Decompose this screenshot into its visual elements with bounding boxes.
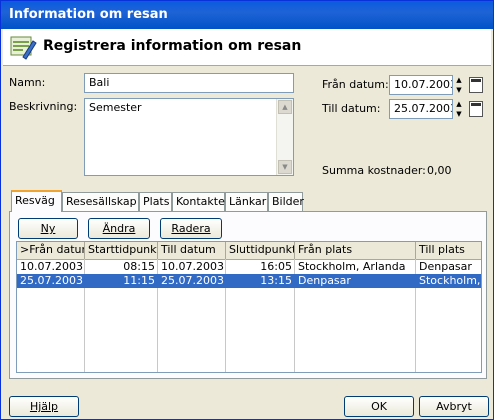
- cell-start-time: 11:15: [123, 274, 155, 287]
- cell-from-place: Denpasar: [298, 274, 351, 287]
- description-field[interactable]: Semester ▲ ▼: [84, 98, 294, 176]
- cell-to-place: Denpasar: [419, 260, 472, 273]
- spin-down-icon[interactable]: ▼: [453, 109, 465, 119]
- tab-place[interactable]: Plats: [139, 192, 172, 211]
- cell-to-date: 10.07.2003: [161, 260, 224, 273]
- cancel-button[interactable]: Avbryt: [419, 396, 489, 417]
- delete-button[interactable]: Radera: [160, 218, 222, 239]
- route-grid[interactable]: >Från datum Starttidpunkt Till datum Slu…: [16, 241, 482, 373]
- title-bar[interactable]: Information om resan: [1, 1, 493, 29]
- column-header[interactable]: Starttidpunkt: [85, 242, 158, 259]
- edit-button[interactable]: Ändra: [88, 218, 150, 239]
- description-label: Beskrivning:: [9, 100, 78, 113]
- new-button[interactable]: Ny: [18, 218, 78, 239]
- cell-from-date: 10.07.2003: [20, 260, 83, 273]
- column-header[interactable]: Från plats: [295, 242, 416, 259]
- cell-start-time: 08:15: [123, 260, 155, 273]
- help-button-label: Hjälp: [29, 400, 59, 413]
- dialog-header: Registrera information om resan: [3, 29, 491, 66]
- cell-from-place: Stockholm, Arlanda: [298, 260, 406, 273]
- tab-links[interactable]: Länkar: [225, 192, 268, 211]
- column-header[interactable]: Sluttidpunkt: [226, 242, 295, 259]
- header-title: Registrera information om resan: [43, 38, 302, 54]
- travel-edit-icon: [10, 36, 37, 60]
- column-header[interactable]: Till plats: [416, 242, 481, 259]
- delete-button-label: Radera: [171, 222, 211, 235]
- total-costs-value: 0,00: [427, 164, 452, 177]
- name-label: Namn:: [9, 76, 46, 89]
- from-date-spinner[interactable]: ▲ ▼: [453, 75, 465, 95]
- scroll-down-icon[interactable]: ▼: [278, 160, 292, 174]
- description-text: Semester: [89, 101, 142, 114]
- cell-end-time: 16:05: [260, 260, 292, 273]
- cell-from-date: 25.07.2003: [20, 274, 83, 287]
- from-date-calendar-icon[interactable]: [469, 77, 483, 93]
- window-title: Information om resan: [9, 7, 168, 22]
- new-button-label: Ny: [40, 222, 56, 235]
- cancel-button-label: Avbryt: [436, 400, 472, 413]
- spin-up-icon[interactable]: ▲: [453, 99, 465, 109]
- cell-to-place: Stockholm, Arla: [419, 274, 481, 287]
- tab-contacts[interactable]: Kontakter: [172, 192, 229, 211]
- to-date-label: Till datum:: [322, 102, 381, 115]
- tab-route[interactable]: Resväg: [11, 190, 62, 212]
- total-costs-label: Summa kostnader:: [322, 164, 426, 177]
- table-row-selected[interactable]: 25.07.2003 11:15 25.07.2003 13:15 Denpas…: [17, 274, 481, 288]
- route-tab-panel: Ny Ändra Radera >Från datum Starttidpunk…: [9, 211, 487, 379]
- from-date-field[interactable]: 10.07.2003: [389, 75, 453, 95]
- to-date-calendar-icon[interactable]: [469, 101, 483, 117]
- spin-down-icon[interactable]: ▼: [453, 85, 465, 95]
- description-scrollbar[interactable]: ▲ ▼: [276, 99, 293, 175]
- spin-up-icon[interactable]: ▲: [453, 75, 465, 85]
- scroll-up-icon[interactable]: ▲: [278, 100, 292, 114]
- tab-images[interactable]: Bilder: [268, 192, 304, 211]
- column-header[interactable]: >Från datum: [17, 242, 85, 259]
- ok-button[interactable]: OK: [344, 396, 414, 417]
- name-field[interactable]: Bali: [84, 73, 294, 93]
- cell-to-date: 25.07.2003: [161, 274, 224, 287]
- to-date-field[interactable]: 25.07.2003: [389, 99, 453, 119]
- edit-button-label: Ändra: [102, 222, 136, 235]
- table-row[interactable]: 10.07.2003 08:15 10.07.2003 16:05 Stockh…: [17, 260, 481, 274]
- help-button[interactable]: Hjälp: [9, 396, 79, 417]
- ok-button-label: OK: [371, 400, 387, 413]
- grid-header: >Från datum Starttidpunkt Till datum Slu…: [17, 242, 481, 260]
- column-header[interactable]: Till datum: [158, 242, 226, 259]
- from-date-label: Från datum:: [322, 78, 389, 91]
- cell-end-time: 13:15: [260, 274, 292, 287]
- dialog-window: Information om resan Registrera informat…: [0, 0, 494, 420]
- to-date-spinner[interactable]: ▲ ▼: [453, 99, 465, 119]
- tab-companions[interactable]: Resesällskap: [62, 192, 139, 211]
